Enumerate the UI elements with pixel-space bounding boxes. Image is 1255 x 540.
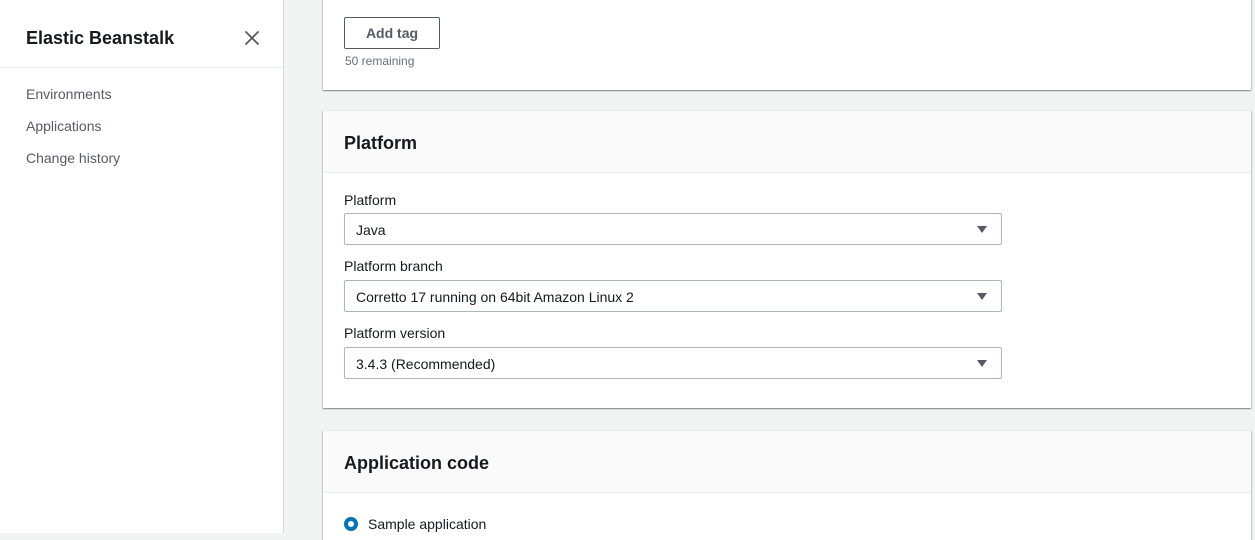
sidebar-nav: Environments Applications Change history xyxy=(26,84,120,180)
sidebar-header: Elastic Beanstalk xyxy=(0,0,283,68)
radio-selected-icon[interactable] xyxy=(344,517,358,531)
platform-card: Platform Platform Java Platform branch C… xyxy=(323,110,1251,408)
platform-card-header: Platform xyxy=(323,111,1251,173)
application-code-card: Application code Sample application xyxy=(323,430,1251,540)
sidebar-item-environments[interactable]: Environments xyxy=(26,84,120,116)
application-code-section-title: Application code xyxy=(344,453,490,473)
sample-application-label: Sample application xyxy=(368,516,487,532)
close-icon[interactable] xyxy=(240,26,264,50)
sidebar-title: Elastic Beanstalk xyxy=(26,28,175,48)
add-tag-button[interactable]: Add tag xyxy=(344,17,440,49)
caret-down-icon xyxy=(977,360,987,367)
platform-version-select-value: 3.4.3 (Recommended) xyxy=(356,356,496,372)
platform-select-value: Java xyxy=(356,222,386,238)
tags-remaining-text: 50 remaining xyxy=(345,54,415,68)
platform-branch-select-value: Corretto 17 running on 64bit Amazon Linu… xyxy=(356,289,634,305)
sidebar-item-change-history[interactable]: Change history xyxy=(26,148,120,180)
platform-label: Platform xyxy=(344,192,397,208)
platform-version-select[interactable]: 3.4.3 (Recommended) xyxy=(344,347,1002,379)
platform-select[interactable]: Java xyxy=(344,213,1002,245)
platform-version-label: Platform version xyxy=(344,325,446,341)
caret-down-icon xyxy=(977,226,987,233)
platform-section-title: Platform xyxy=(344,133,418,153)
tags-card: Add tag 50 remaining xyxy=(323,0,1251,90)
sidebar-item-applications[interactable]: Applications xyxy=(26,116,120,148)
application-code-card-header: Application code xyxy=(323,431,1251,493)
caret-down-icon xyxy=(977,293,987,300)
sidebar: Elastic Beanstalk Environments Applicati… xyxy=(0,0,284,533)
platform-branch-label: Platform branch xyxy=(344,258,443,274)
platform-branch-select[interactable]: Corretto 17 running on 64bit Amazon Linu… xyxy=(344,280,1002,312)
